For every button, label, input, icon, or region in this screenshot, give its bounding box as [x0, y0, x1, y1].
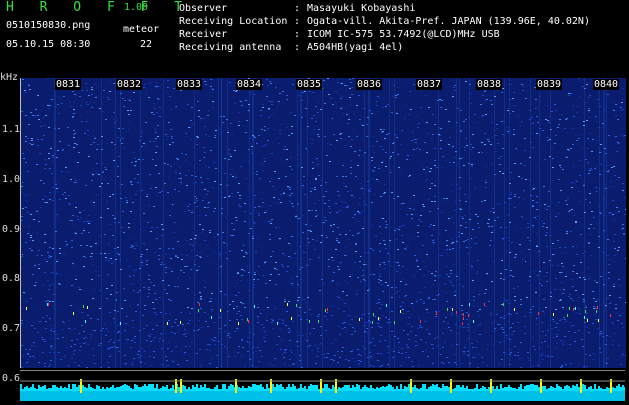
signal-strength-canvas	[20, 379, 626, 401]
info-value: Masayuki Kobayashi	[307, 3, 416, 14]
spectrogram-panel	[20, 78, 626, 368]
filename-label: 0510150830.png	[6, 20, 91, 31]
y-tick-label: 1.1	[2, 124, 21, 135]
x-tick-label: 0839	[536, 79, 563, 90]
info-row-antenna: Receiving antenna : A504HB(yagi 4el)	[179, 41, 590, 54]
x-tick-label: 0831	[55, 79, 82, 90]
x-tick-label: 0832	[116, 79, 143, 90]
signal-strength-strip	[20, 370, 626, 401]
info-sep: :	[294, 16, 301, 27]
y-axis-unit: kHz	[0, 72, 19, 83]
app-version: 1.00	[124, 2, 149, 13]
info-value: Ogata-vill. Akita-Pref. JAPAN (139.96E, …	[307, 16, 590, 27]
info-value: ICOM IC-575 53.7492(@LCD)MHz USB	[307, 29, 500, 40]
y-tick-label: 0.9	[2, 224, 21, 235]
station-info: Observer : Masayuki Kobayashi Receiving …	[179, 2, 590, 54]
info-key: Receiver	[179, 29, 228, 40]
x-tick-label: 0838	[476, 79, 503, 90]
info-sep: :	[294, 3, 301, 14]
y-tick-label: 0.6	[2, 373, 21, 384]
y-tick-label: 1.0	[2, 174, 21, 185]
x-tick-label: 0835	[296, 79, 323, 90]
header-panel: H R O F F T 1.00 0510150830.png meteor 0…	[0, 0, 629, 76]
meteor-count: 22	[140, 39, 153, 50]
info-sep: :	[294, 29, 301, 40]
app-title: H R O F F T	[6, 0, 192, 15]
spectrogram-canvas	[21, 78, 626, 368]
info-row-receiver: Receiver : ICOM IC-575 53.7492(@LCD)MHz …	[179, 28, 590, 41]
info-key: Receiving antenna	[179, 42, 282, 53]
y-tick-label: 0.8	[2, 273, 21, 284]
meteor-label: meteor	[123, 24, 160, 35]
info-value: A504HB(yagi 4el)	[307, 42, 404, 53]
x-tick-label: 0837	[416, 79, 443, 90]
info-key: Observer	[179, 3, 228, 14]
spectrogram-noise	[21, 78, 626, 368]
info-row-observer: Observer : Masayuki Kobayashi	[179, 2, 590, 15]
info-key: Receiving Location	[179, 16, 288, 27]
info-sep: :	[294, 42, 301, 53]
x-tick-label: 0836	[356, 79, 383, 90]
y-tick-label: 0.7	[2, 323, 21, 334]
signal-level-trace	[20, 379, 626, 401]
datetime-label: 05.10.15 08:30	[6, 39, 91, 50]
x-tick-label: 0840	[593, 79, 620, 90]
x-tick-label: 0833	[176, 79, 203, 90]
x-tick-label: 0834	[236, 79, 263, 90]
info-row-location: Receiving Location : Ogata-vill. Akita-P…	[179, 15, 590, 28]
